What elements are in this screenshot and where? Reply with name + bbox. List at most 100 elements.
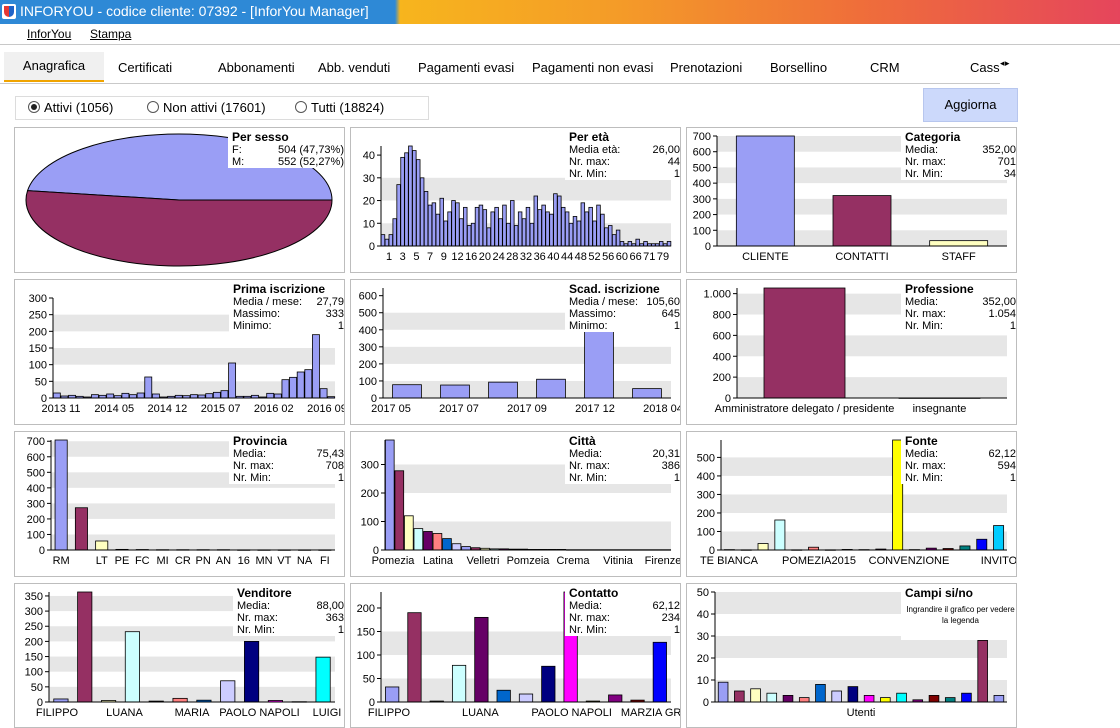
bar <box>451 200 456 247</box>
bar <box>588 206 593 247</box>
stat-row: Minimo: 1 <box>569 320 680 332</box>
y-tick-label: 100 <box>25 667 43 679</box>
bar <box>443 220 448 247</box>
x-tick-label: 2014 12 <box>148 403 188 415</box>
stat-value: 594 <box>997 460 1016 472</box>
aggiorna-button[interactable]: Aggiorna <box>923 88 1018 122</box>
tab-anagrafica[interactable]: Anagrafica <box>4 52 104 82</box>
tab-pagamenti-evasi[interactable]: Pagamenti evasi <box>418 60 514 75</box>
x-tick-label: 32 <box>520 251 532 263</box>
x-tick-label: 2013 11 <box>42 403 81 415</box>
bar <box>220 680 236 703</box>
tab-abbonamenti[interactable]: Abbonamenti <box>218 60 295 75</box>
stat-value: 62,12 <box>988 448 1016 460</box>
y-tick-label: 300 <box>359 342 377 354</box>
tab-prenotazioni[interactable]: Prenotazioni <box>670 60 742 75</box>
tab-scroll-arrows[interactable]: ◂ ▸ <box>1000 58 1022 76</box>
tab-pagamenti-non-evasi[interactable]: Pagamenti non evasi <box>532 60 653 75</box>
stat-label: Nr. Min: <box>569 472 607 484</box>
bar <box>782 695 794 703</box>
x-tick-label: CLIENTE <box>742 251 788 263</box>
y-tick-label: 30 <box>363 173 375 185</box>
stat-label: Massimo: <box>233 308 281 320</box>
chart-panel-professione: 0 200 400 600 800 1.000 Amministratore delegat… <box>686 279 1017 425</box>
bar <box>384 238 390 247</box>
radio-tutti[interactable]: Tutti (18824) <box>295 100 384 115</box>
bar <box>596 204 601 247</box>
x-tick-label: 60 <box>616 251 628 263</box>
stat-label: Nr. Min: <box>569 624 607 636</box>
stat-value: 363 <box>325 612 344 624</box>
y-tick-label: 200 <box>25 636 43 648</box>
bar <box>959 545 971 551</box>
stat-row: Media: 352,00 <box>905 144 1016 156</box>
stat-label: Nr. Min: <box>905 320 943 332</box>
tab-borsellino[interactable]: Borsellino <box>770 60 827 75</box>
radio-non-attivi[interactable]: Non attivi (17601) <box>147 100 266 115</box>
x-tick-label: FILIPPO <box>36 707 79 719</box>
bar <box>319 388 328 399</box>
stat-label: Nr. max: <box>905 156 946 168</box>
bar <box>506 222 511 247</box>
x-tick-label: MI <box>156 555 168 567</box>
bar <box>459 218 464 247</box>
y-tick-label: 200 <box>27 514 45 526</box>
tab-abb-venduti[interactable]: Abb. venduti <box>318 60 390 75</box>
chart-citta-info: Città Media: 20,31 Nr. max: 386 Nr. Min: 1 <box>565 434 680 484</box>
tab-crm[interactable]: CRM <box>870 60 900 75</box>
stat-label: Media: <box>569 600 603 612</box>
x-tick-label: CONTATTI <box>835 251 888 263</box>
stat-value: 75,43 <box>316 448 344 460</box>
bar <box>266 392 275 399</box>
tab-certificati[interactable]: Certificati <box>118 60 172 75</box>
stat-row: Nr. max: 44 <box>569 156 680 168</box>
bar <box>831 690 842 703</box>
bar <box>880 697 891 703</box>
tab-cassa[interactable]: Cass <box>970 60 1000 75</box>
stat-row: Nr. max: 234 <box>569 612 680 624</box>
stat-value: 1 <box>673 624 680 636</box>
stat-label: Media / mese: <box>233 296 303 308</box>
chart-panel-fonte: 0 100 200 300 400 500 TE BIANCA POMEZIA2015 CONV… <box>686 431 1017 577</box>
bar <box>423 531 433 551</box>
bar <box>54 439 68 551</box>
bar <box>735 135 795 247</box>
bar <box>608 694 623 703</box>
x-tick-label: MARIA <box>175 707 211 719</box>
stat-row: Media: 75,43 <box>233 448 344 460</box>
stat-row: Nr. max: 1.054 <box>905 308 1016 320</box>
grid-band <box>383 380 671 398</box>
y-tick-label: 40 <box>697 609 709 621</box>
bar <box>717 681 729 703</box>
stat-row: Media: 20,31 <box>569 448 680 460</box>
bar <box>392 384 422 399</box>
y-tick-label: 100 <box>697 526 715 538</box>
radio-attivi[interactable]: Attivi (1056) <box>28 100 113 115</box>
bar <box>592 220 597 247</box>
tab-bar: Anagrafica Certificati Abbonamenti Abb. … <box>0 52 1000 84</box>
stat-value: 1 <box>337 624 344 636</box>
bar <box>750 688 761 703</box>
bar <box>541 204 546 247</box>
bar <box>228 362 237 399</box>
x-tick-label: TE BIANCA <box>700 555 759 567</box>
menu-inforyou[interactable]: InforYou <box>27 27 71 41</box>
x-tick-label: STAFF <box>942 251 976 263</box>
x-tick-label: PAOLO NAPOLI <box>219 707 300 719</box>
stat-value: 1 <box>673 472 680 484</box>
bar <box>763 287 846 399</box>
x-tick-label: Velletri <box>466 555 499 567</box>
bar <box>600 213 605 247</box>
stat-row: Media: 62,12 <box>905 448 1016 460</box>
chart-campi-title: Campi si/no <box>905 586 974 600</box>
x-tick-label: INVITO <box>981 555 1016 567</box>
y-tick-label: 50 <box>35 376 47 388</box>
bar <box>584 211 589 247</box>
bar <box>525 206 531 247</box>
y-tick-label: 700 <box>27 436 45 448</box>
bar <box>273 393 282 399</box>
menu-stampa[interactable]: Stampa <box>90 27 131 41</box>
stat-row: Media età: 26,00 <box>569 144 680 156</box>
stat-label: Nr. max: <box>569 460 610 472</box>
chart-venditore-info: Venditore Media: 88,00 Nr. max: 363 Nr. Mi… <box>233 586 344 636</box>
